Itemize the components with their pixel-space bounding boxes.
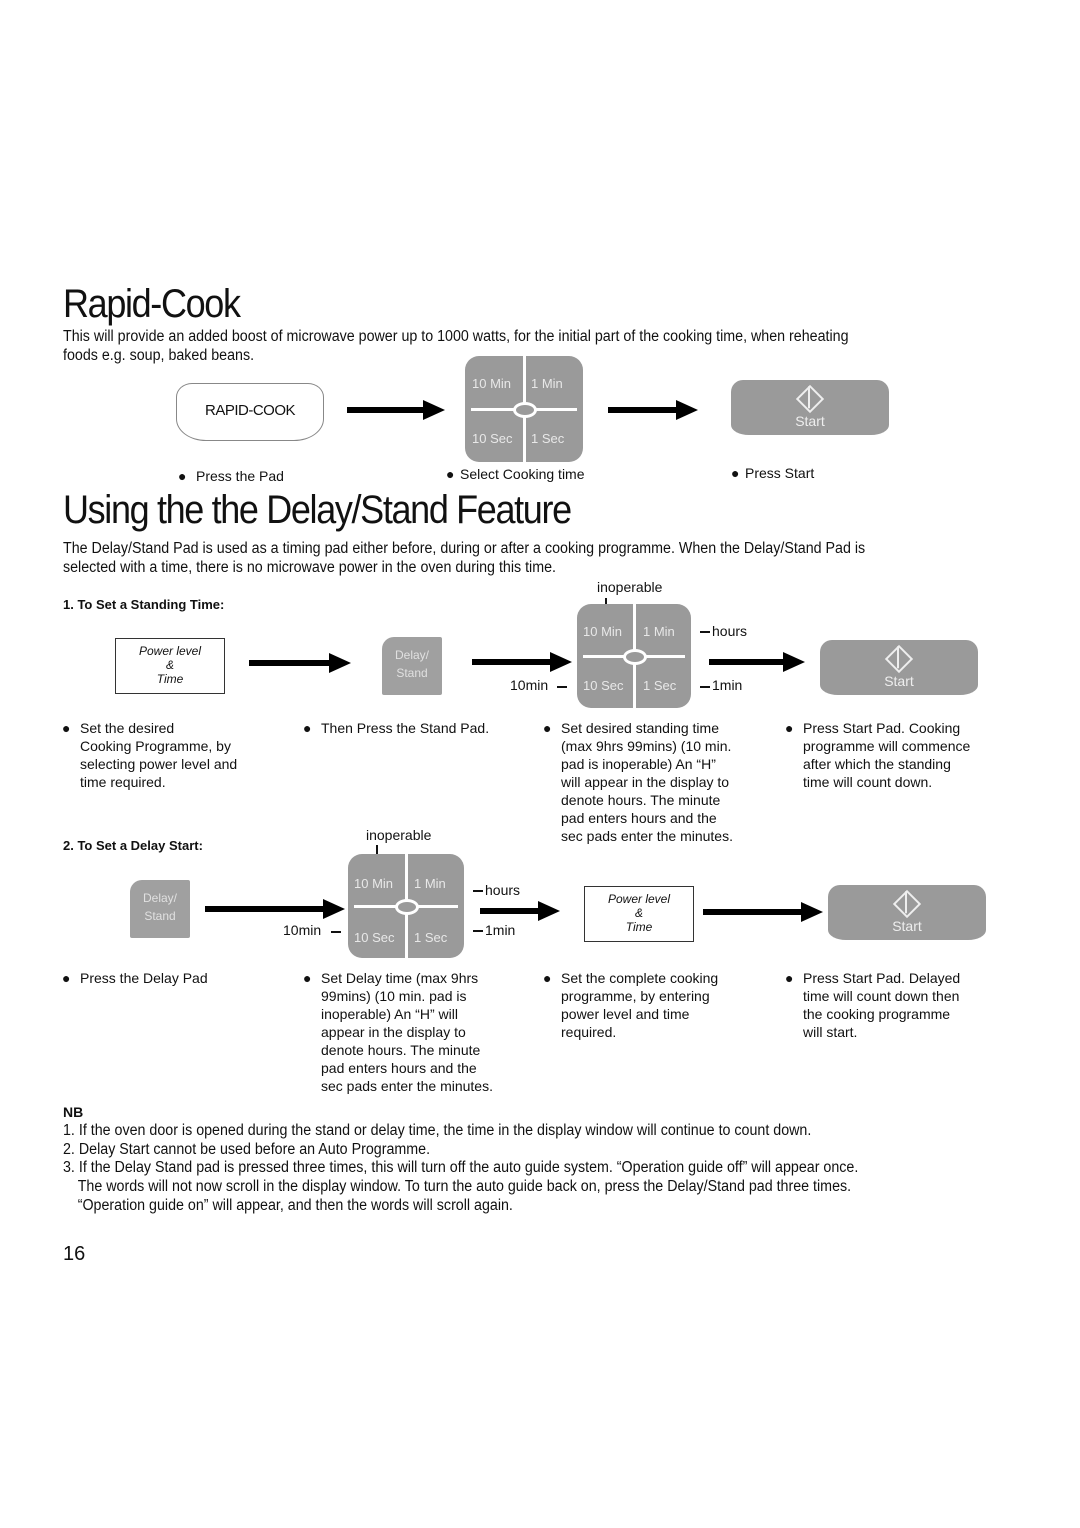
one-min-label: 1min: [712, 677, 743, 693]
time-pad-key-1sec[interactable]: 1 Sec: [643, 678, 676, 693]
time-pad[interactable]: 10 Min 1 Min 10 Sec 1 Sec: [465, 356, 583, 462]
inoperable-label: inoperable: [597, 579, 663, 595]
rapid-cook-intro-line2: foods e.g. soup, baked beans.: [63, 347, 255, 364]
time-pad-center-icon: [623, 649, 647, 665]
rapid-step-3: ● Press Start: [731, 465, 815, 481]
start-pad-label: Start: [795, 413, 825, 429]
hours-label: hours: [485, 882, 521, 898]
time-pad-key-10min[interactable]: 10 Min: [354, 876, 393, 891]
arrow-icon: [709, 652, 805, 672]
arrow-icon: [249, 653, 351, 673]
start-pad[interactable]: Start: [820, 640, 978, 695]
time-pad-key-1sec[interactable]: 1 Sec: [531, 431, 564, 446]
nb-item-2: 2. Delay Start cannot be used before an …: [63, 1141, 431, 1158]
hours-pointer: [473, 890, 483, 892]
time-pad-key-1min[interactable]: 1 Min: [414, 876, 446, 891]
start-diamond-icon: [892, 889, 922, 919]
time-pad-key-10sec[interactable]: 10 Sec: [583, 678, 623, 693]
time-pad-key-10sec[interactable]: 10 Sec: [472, 431, 512, 446]
start-pad-label: Start: [892, 918, 922, 934]
time-pad-key-10min[interactable]: 10 Min: [583, 624, 622, 639]
rapid-cook-pad-label: RAPID-COOK: [204, 402, 296, 419]
rapid-cook-intro-line1: This will provide an added boost of micr…: [63, 328, 849, 345]
power-level-time-box: Power level & Time: [115, 638, 225, 694]
rapid-step-1: ● Press the Pad: [178, 468, 284, 484]
delay-stand-intro-line1: The Delay/Stand Pad is used as a timing …: [63, 540, 866, 557]
inoperable-label: inoperable: [366, 827, 432, 843]
start-pad[interactable]: Start: [828, 885, 986, 940]
rapid-cook-pad[interactable]: RAPID-COOK: [176, 383, 324, 441]
arrow-icon: [703, 902, 823, 922]
one-min-pointer: [700, 686, 710, 688]
arrow-icon: [608, 400, 698, 420]
arrow-icon: [347, 400, 445, 420]
start-pad-label: Start: [884, 673, 914, 689]
rapid-step-2: ● Select Cooking time: [446, 466, 585, 482]
time-pad-center-icon: [395, 899, 419, 915]
hours-label: hours: [712, 623, 748, 639]
page-number: 16: [63, 1243, 86, 1265]
time-pad-key-1sec[interactable]: 1 Sec: [414, 930, 447, 945]
nb-item-3: 3. If the Delay Stand pad is pressed thr…: [63, 1159, 859, 1214]
time-pad-key-1min[interactable]: 1 Min: [643, 624, 675, 639]
start-pad[interactable]: Start: [731, 380, 889, 435]
arrow-icon: [480, 901, 560, 921]
delay-stand-pad[interactable]: Delay/ Stand: [130, 880, 190, 938]
delay-stand-title: Using the the Delay/Stand Feature: [63, 488, 572, 532]
standing-time-heading: 1. To Set a Standing Time:: [63, 597, 225, 612]
ten-min-pointer: [557, 686, 567, 688]
nb-item-1: 1. If the oven door is opened during the…: [63, 1122, 812, 1139]
time-pad-center-icon: [513, 402, 537, 418]
delay-stand-intro-line2: selected with a time, there is no microw…: [63, 559, 557, 576]
start-diamond-icon: [795, 384, 825, 414]
delay-stand-pad[interactable]: Delay/ Stand: [382, 637, 442, 695]
hours-pointer: [700, 631, 710, 633]
arrow-icon: [472, 652, 572, 672]
time-pad-key-1min[interactable]: 1 Min: [531, 376, 563, 391]
time-pad[interactable]: 10 Min 1 Min 10 Sec 1 Sec: [348, 854, 464, 958]
power-level-time-box: Power level & Time: [584, 886, 694, 942]
time-pad-key-10sec[interactable]: 10 Sec: [354, 930, 394, 945]
time-pad[interactable]: 10 Min 1 Min 10 Sec 1 Sec: [577, 604, 691, 708]
arrow-icon: [205, 899, 345, 919]
one-min-label: 1min: [485, 922, 516, 938]
start-diamond-icon: [884, 644, 914, 674]
ten-min-label: 10min: [510, 677, 549, 693]
ten-min-pointer: [331, 931, 341, 933]
rapid-cook-title: Rapid-Cook: [63, 282, 241, 326]
one-min-pointer: [473, 930, 483, 932]
nb-heading: NB: [63, 1104, 84, 1120]
time-pad-key-10min[interactable]: 10 Min: [472, 376, 511, 391]
delay-start-heading: 2. To Set a Delay Start:: [63, 838, 203, 853]
ten-min-label: 10min: [283, 922, 322, 938]
